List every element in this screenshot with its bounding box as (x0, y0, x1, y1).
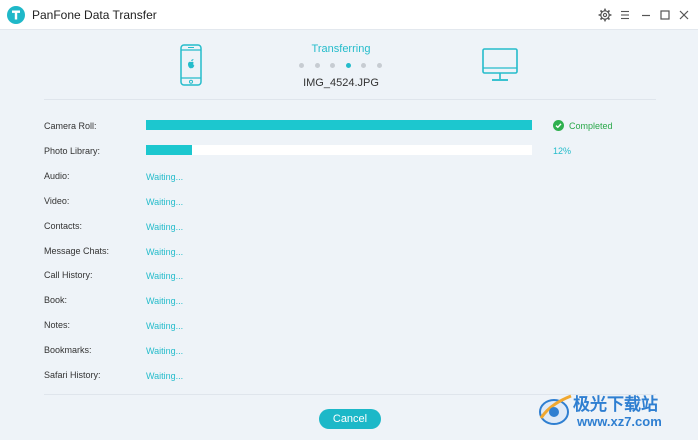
waiting-status: Waiting... (146, 171, 184, 182)
waiting-status: Waiting... (146, 296, 184, 307)
progress-dots (299, 63, 382, 69)
item-label: Video: (44, 195, 70, 206)
watermark-text: 极光下载站 (573, 395, 658, 414)
progress-percent: 12% (553, 146, 572, 157)
current-filename: IMG_4524.JPG (303, 77, 379, 89)
item-label: Message Chats: (44, 245, 110, 256)
gear-icon[interactable] (596, 6, 614, 24)
minimize-icon[interactable] (637, 6, 655, 24)
waiting-status: Waiting... (146, 321, 184, 332)
transfer-status: Transferring (311, 43, 371, 55)
progress-fill (146, 120, 532, 130)
progress-fill (146, 144, 192, 155)
completed-status: Completed (553, 120, 613, 131)
item-label: Camera Roll: (44, 121, 97, 131)
progress-dot (314, 63, 320, 68)
watermark: 极光下载站 www.xz7.com (533, 388, 693, 436)
maximize-icon[interactable] (656, 6, 674, 24)
waiting-status: Waiting... (146, 221, 184, 232)
monitor-icon (482, 48, 518, 87)
progress-bar (146, 120, 532, 130)
item-label: Safari History: (44, 370, 101, 380)
waiting-status: Waiting... (146, 271, 184, 282)
progress-dot (299, 63, 304, 68)
cancel-button[interactable]: Cancel (319, 409, 381, 429)
item-label: Photo Library: (44, 145, 101, 156)
waiting-status: Waiting... (146, 371, 184, 381)
item-label: Call History: (44, 270, 93, 281)
app-title: PanFone Data Transfer (32, 8, 157, 22)
top-divider (44, 99, 656, 100)
panfone-logo-icon (7, 6, 25, 24)
item-label: Book: (44, 295, 68, 306)
progress-dot (376, 63, 382, 68)
waiting-status: Waiting... (146, 196, 184, 207)
iphone-icon (180, 44, 202, 91)
item-label: Audio: (44, 170, 70, 181)
item-label: Notes: (44, 320, 71, 331)
waiting-status: Waiting... (146, 246, 184, 257)
progress-dot-active (345, 63, 351, 68)
title-bar: PanFone Data Transfer (0, 0, 698, 30)
menu-icon[interactable] (616, 6, 634, 24)
waiting-status: Waiting... (146, 346, 184, 357)
progress-bar (146, 144, 532, 155)
progress-dot (330, 63, 335, 68)
watermark-url: www.xz7.com (577, 414, 662, 429)
progress-dot (361, 63, 366, 68)
watermark-logo-icon (539, 394, 572, 425)
completed-text: Completed (569, 121, 613, 131)
item-label: Contacts: (44, 220, 83, 231)
check-circle-icon (553, 120, 564, 131)
transfer-panel: Transferring IMG_4524.JPG Camera Roll: Co… (0, 30, 698, 440)
item-label: Bookmarks: (44, 345, 92, 356)
close-icon[interactable] (675, 6, 693, 24)
